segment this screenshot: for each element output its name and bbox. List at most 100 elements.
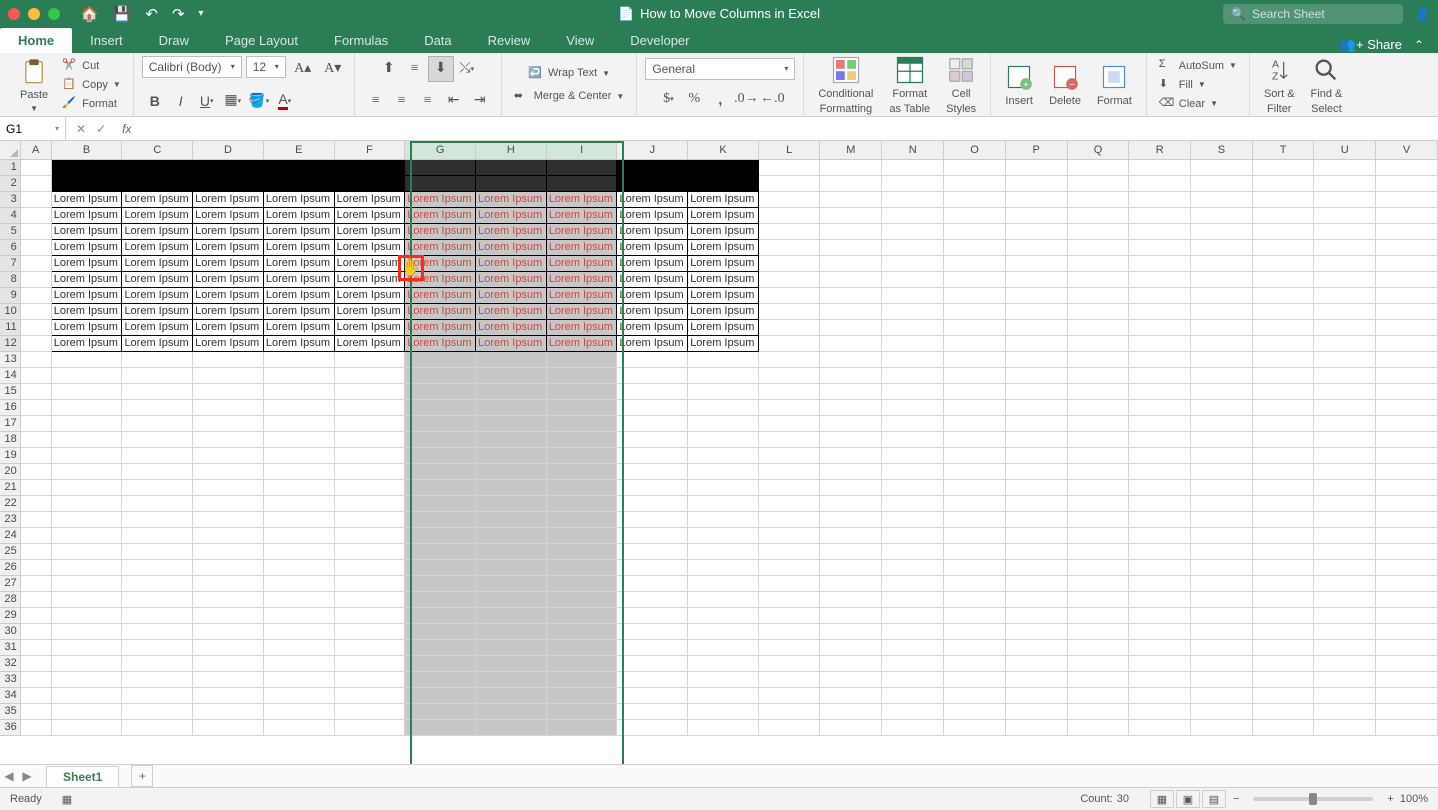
cell[interactable] — [617, 511, 688, 527]
cell[interactable]: Lorem Ipsum — [122, 239, 193, 255]
cell[interactable] — [820, 511, 882, 527]
cell[interactable] — [334, 671, 405, 687]
cell[interactable] — [51, 511, 122, 527]
cell[interactable] — [334, 703, 405, 719]
cell[interactable] — [944, 383, 1006, 399]
cell[interactable] — [334, 575, 405, 591]
tab-draw[interactable]: Draw — [141, 28, 207, 53]
copy-button[interactable]: 📋Copy ▼ — [58, 76, 125, 93]
row-header[interactable]: 14 — [0, 367, 20, 383]
cell[interactable] — [1129, 351, 1191, 367]
cell[interactable] — [944, 591, 1006, 607]
cell[interactable] — [820, 351, 882, 367]
cell[interactable] — [1005, 655, 1067, 671]
cell[interactable] — [1067, 543, 1129, 559]
cell[interactable] — [758, 159, 819, 175]
cell[interactable] — [944, 431, 1006, 447]
cell[interactable] — [1314, 687, 1376, 703]
merge-center-button[interactable]: ⬌Merge & Center ▼ — [510, 88, 629, 105]
cell[interactable] — [1005, 367, 1067, 383]
cell[interactable] — [758, 367, 819, 383]
cell[interactable] — [882, 287, 944, 303]
cell[interactable]: Lorem Ipsum — [546, 223, 617, 239]
cell[interactable] — [334, 655, 405, 671]
tab-data[interactable]: Data — [406, 28, 469, 53]
cell[interactable] — [1067, 591, 1129, 607]
cell[interactable] — [1252, 623, 1314, 639]
cell[interactable] — [1252, 447, 1314, 463]
cell[interactable] — [1376, 479, 1438, 495]
row-header[interactable]: 19 — [0, 447, 20, 463]
cell[interactable] — [263, 655, 334, 671]
cell[interactable] — [758, 511, 819, 527]
cell[interactable]: Lorem Ipsum — [476, 271, 547, 287]
cell[interactable] — [1191, 319, 1253, 335]
cell[interactable] — [546, 463, 617, 479]
cell[interactable] — [476, 719, 547, 735]
cell[interactable] — [758, 703, 819, 719]
cell[interactable]: Lorem Ipsum — [263, 319, 334, 335]
cell[interactable] — [334, 159, 405, 175]
cell[interactable] — [1191, 335, 1253, 351]
cell[interactable] — [1252, 415, 1314, 431]
cell[interactable] — [1067, 559, 1129, 575]
row-header[interactable]: 18 — [0, 431, 20, 447]
undo-icon[interactable]: ↶ — [145, 5, 158, 23]
macro-record-icon[interactable]: ▦ — [62, 793, 72, 806]
cell[interactable] — [1314, 655, 1376, 671]
cell[interactable] — [882, 191, 944, 207]
cell[interactable]: Lorem Ipsum — [334, 255, 405, 271]
cell[interactable] — [1129, 319, 1191, 335]
cell[interactable] — [944, 271, 1006, 287]
cell[interactable] — [758, 415, 819, 431]
cell[interactable] — [1314, 495, 1376, 511]
cell[interactable] — [1067, 719, 1129, 735]
cell[interactable] — [617, 527, 688, 543]
cell[interactable] — [20, 399, 51, 415]
cell[interactable] — [1129, 335, 1191, 351]
cell[interactable] — [193, 367, 264, 383]
cell[interactable]: Lorem Ipsum — [476, 303, 547, 319]
cell[interactable] — [617, 575, 688, 591]
currency-button[interactable]: $▾ — [655, 86, 681, 112]
cell[interactable]: Lorem Ipsum — [688, 239, 759, 255]
cell[interactable] — [1376, 671, 1438, 687]
cell[interactable] — [20, 351, 51, 367]
cell[interactable] — [1376, 431, 1438, 447]
cell[interactable]: Lorem Ipsum — [546, 303, 617, 319]
cell[interactable]: Lorem Ipsum — [263, 271, 334, 287]
cell[interactable] — [882, 447, 944, 463]
cell[interactable] — [1252, 287, 1314, 303]
cell[interactable] — [1191, 367, 1253, 383]
cell[interactable]: Lorem Ipsum — [51, 191, 122, 207]
cell[interactable]: Lorem Ipsum — [51, 255, 122, 271]
cell[interactable] — [334, 367, 405, 383]
cell[interactable] — [263, 719, 334, 735]
cell[interactable]: Lorem Ipsum — [546, 335, 617, 351]
cell[interactable] — [263, 479, 334, 495]
cell[interactable] — [476, 399, 547, 415]
cell[interactable]: Lorem Ipsum — [688, 255, 759, 271]
cell[interactable] — [20, 319, 51, 335]
cell[interactable]: Lorem Ipsum — [122, 287, 193, 303]
cell[interactable] — [122, 607, 193, 623]
cell[interactable] — [758, 207, 819, 223]
clear-button[interactable]: ⌫Clear ▼ — [1155, 95, 1241, 112]
cell[interactable] — [1129, 575, 1191, 591]
cell[interactable] — [1005, 511, 1067, 527]
cell[interactable] — [1129, 431, 1191, 447]
cell[interactable] — [1005, 703, 1067, 719]
cell[interactable] — [263, 607, 334, 623]
cell[interactable] — [122, 495, 193, 511]
cell[interactable]: Lorem Ipsum — [51, 287, 122, 303]
cell[interactable] — [1005, 175, 1067, 191]
cell[interactable] — [122, 511, 193, 527]
cell[interactable] — [20, 591, 51, 607]
column-header[interactable]: M — [820, 141, 882, 159]
cell[interactable] — [1067, 303, 1129, 319]
cell[interactable] — [334, 687, 405, 703]
cell[interactable] — [1314, 159, 1376, 175]
sheet-nav-prev[interactable]: ◀ — [0, 769, 18, 783]
cell[interactable] — [820, 399, 882, 415]
cell[interactable] — [51, 703, 122, 719]
